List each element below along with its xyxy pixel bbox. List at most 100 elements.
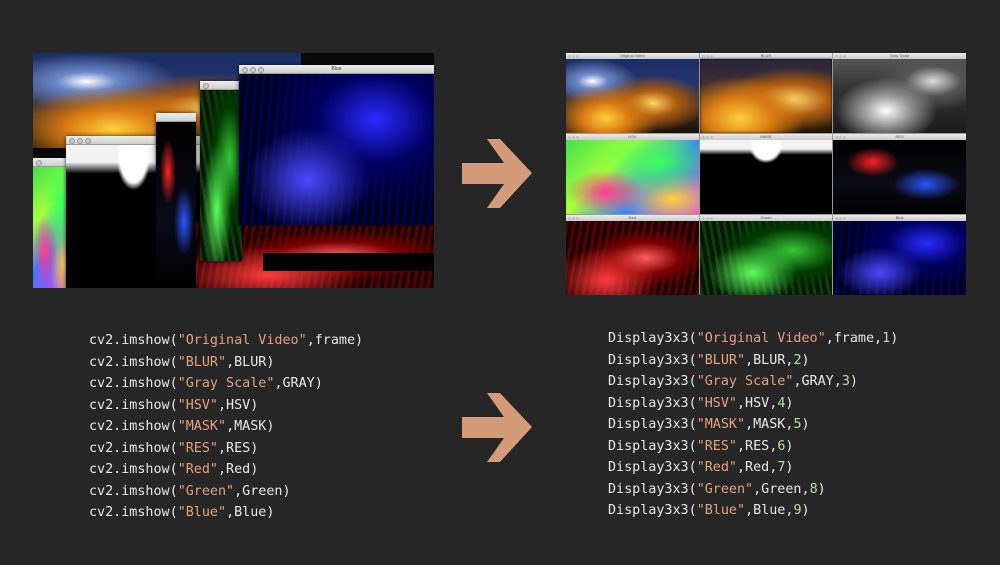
video-frame: [566, 221, 699, 295]
window-title: Red: [628, 215, 636, 220]
code-function: cv2.imshow(: [89, 397, 178, 413]
code-line: cv2.imshow("RES",RES): [89, 438, 363, 460]
code-args: ,RES): [218, 440, 259, 456]
code-args: ,Blue,: [745, 503, 794, 518]
code-function: cv2.imshow(: [89, 333, 178, 348]
code-line: Display3x3("Red",Red,7): [608, 457, 898, 479]
code-paren: ): [801, 352, 810, 368]
window-title: Gray Scale: [889, 53, 910, 58]
right-arrow-icon: [462, 393, 532, 462]
display-3x3-grid: Original Video BLUR Gray Scale HSV MASK RES Re…: [566, 53, 966, 295]
code-number: 5: [793, 417, 802, 432]
grid-window[interactable]: MASK: [699, 134, 833, 214]
grid-window[interactable]: Blue: [833, 215, 966, 295]
code-string: "Blue": [696, 503, 746, 518]
video-frame: [566, 59, 699, 133]
code-line: cv2.imshow("Red",Red): [89, 459, 363, 481]
code-line: Display3x3("Green",Green,8): [608, 479, 898, 501]
code-number: 8: [809, 481, 818, 497]
code-line: Display3x3("Blue",Blue,9): [608, 500, 898, 522]
code-function: Display3x3(: [608, 352, 697, 368]
code-paren: ): [785, 395, 794, 411]
code-string: "BLUR": [177, 354, 227, 370]
code-function: cv2.imshow(: [89, 505, 178, 520]
code-line: Display3x3("MASK",MASK,5): [608, 414, 898, 436]
window-title: HSV: [628, 134, 637, 139]
code-line: Display3x3("BLUR",BLUR,2): [608, 350, 898, 372]
grid-window[interactable]: RES: [833, 134, 966, 214]
code-args: ,Green,: [753, 481, 810, 497]
code-number: 9: [793, 503, 802, 518]
code-line: Display3x3("Original Video",frame,1): [608, 328, 898, 350]
code-function: Display3x3(: [608, 503, 697, 518]
code-number: 2: [793, 352, 802, 368]
code-string: "RES": [696, 438, 737, 454]
code-paren: ): [785, 460, 794, 475]
code-args: ,RES,: [737, 438, 778, 454]
code-args: ,BLUR,: [745, 352, 794, 368]
code-string: "HSV": [177, 397, 218, 413]
code-paren: ): [817, 481, 826, 497]
code-string: "Green": [177, 483, 235, 499]
code-number: 3: [841, 374, 850, 389]
right-arrow-icon: [462, 139, 532, 208]
window-title: Green: [760, 215, 772, 220]
window-title: RES: [895, 134, 904, 139]
code-function: cv2.imshow(: [89, 376, 178, 391]
code-paren: ): [849, 374, 858, 389]
code-args: ,HSV): [218, 397, 259, 413]
code-function: Display3x3(: [608, 481, 697, 497]
code-args: ,frame): [306, 333, 364, 348]
code-line: cv2.imshow("HSV",HSV): [89, 395, 363, 417]
code-args: ,Green): [234, 483, 291, 499]
code-args: ,Red): [218, 462, 259, 477]
window-blue[interactable]: Blue: [239, 65, 434, 225]
grid-window[interactable]: HSV: [566, 134, 699, 214]
code-string: "Gray Scale": [177, 376, 275, 391]
code-string: "Gray Scale": [696, 374, 794, 389]
code-string: "MASK": [696, 417, 746, 432]
code-function: cv2.imshow(: [89, 419, 178, 434]
window-title: Blue: [331, 66, 342, 72]
code-function: Display3x3(: [608, 331, 697, 346]
code-args: ,MASK): [226, 419, 275, 434]
grid-window[interactable]: BLUR: [699, 53, 833, 133]
code-args: ,BLUR): [226, 354, 275, 370]
window-title: BLUR: [760, 53, 772, 58]
code-line: cv2.imshow("Blue",Blue): [89, 502, 363, 524]
code-string: "Red": [696, 460, 737, 475]
code-string: "Red": [177, 462, 218, 477]
display3x3-code-block: Display3x3("Original Video",frame,1) Disp…: [608, 328, 898, 522]
code-line: cv2.imshow("BLUR",BLUR): [89, 352, 363, 374]
window-res[interactable]: [156, 113, 196, 288]
video-frame: [833, 140, 966, 214]
code-string: "Blue": [177, 505, 227, 520]
grid-window[interactable]: Original Video: [566, 53, 699, 133]
code-string: "Original Video": [696, 331, 826, 346]
window-title: Original Video: [619, 53, 645, 58]
code-string: "BLUR": [696, 352, 746, 368]
overlapping-windows-screenshot: Blue: [33, 53, 434, 288]
window-green[interactable]: [200, 81, 242, 261]
code-function: Display3x3(: [608, 460, 697, 475]
grid-window[interactable]: Gray Scale: [833, 53, 966, 133]
code-string: "RES": [177, 440, 218, 456]
code-number: 1: [882, 331, 891, 346]
code-function: Display3x3(: [608, 438, 697, 454]
code-line: Display3x3("HSV",HSV,4): [608, 393, 898, 415]
code-args: ,GRAY,: [793, 374, 842, 389]
code-args: ,Red,: [737, 460, 778, 475]
code-string: "Green": [696, 481, 754, 497]
code-line: cv2.imshow("Original Video",frame): [89, 330, 363, 352]
grid-window[interactable]: Green: [699, 215, 833, 295]
code-function: cv2.imshow(: [89, 354, 178, 370]
code-line: cv2.imshow("MASK",MASK): [89, 416, 363, 438]
video-frame: [699, 59, 833, 133]
code-function: Display3x3(: [608, 395, 697, 411]
grid-window[interactable]: Red: [566, 215, 699, 295]
code-paren: ): [801, 417, 810, 432]
video-frame: [699, 140, 833, 214]
window-title: Blue: [895, 215, 904, 220]
code-string: "HSV": [696, 395, 737, 411]
code-function: cv2.imshow(: [89, 440, 178, 456]
